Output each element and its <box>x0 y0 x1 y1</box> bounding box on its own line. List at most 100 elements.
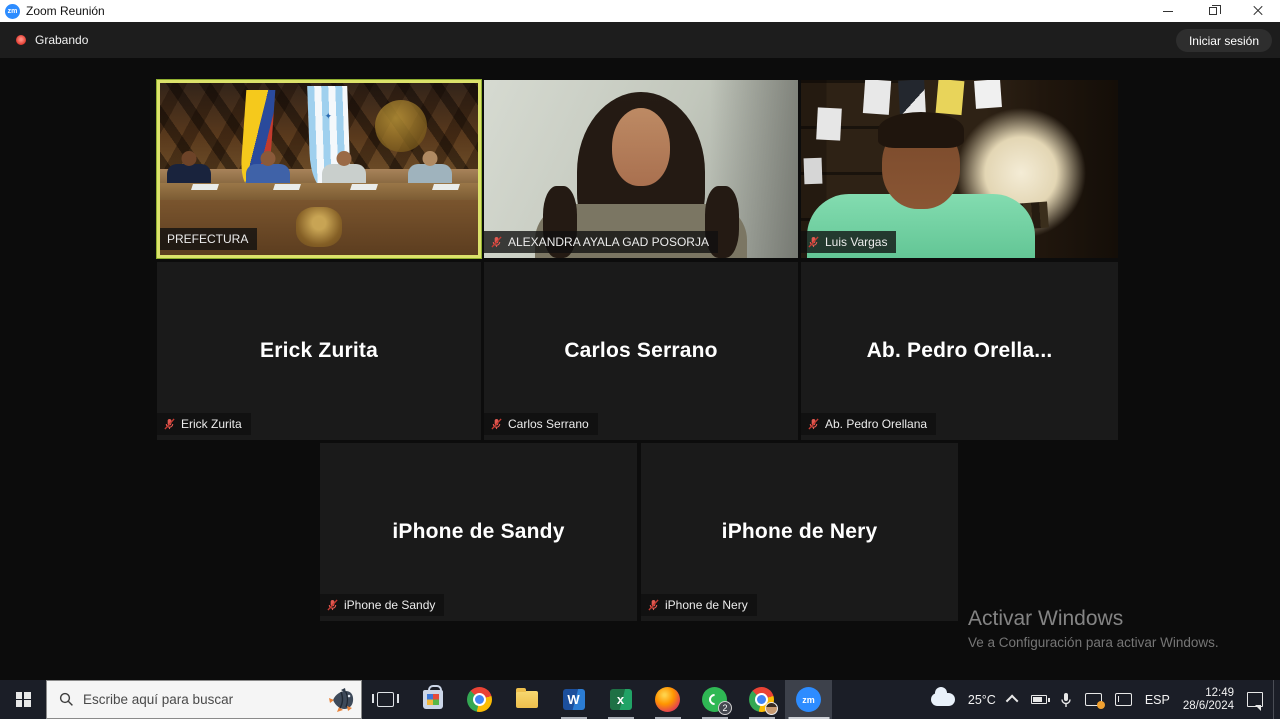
taskbar-spacer <box>832 680 928 719</box>
clock-button[interactable]: 12:49 28/6/2024 <box>1180 680 1237 719</box>
hanging-pennant <box>974 80 1002 109</box>
shelf-paper <box>816 108 842 141</box>
microphone-tray-button[interactable] <box>1057 680 1075 719</box>
participant-tile-iphone-nery[interactable]: iPhone de Nery iPhone de Nery <box>641 443 958 621</box>
screen-share-icon <box>1085 693 1102 706</box>
close-icon <box>1253 6 1263 16</box>
weather-button[interactable] <box>928 680 958 719</box>
window-controls <box>1145 0 1280 22</box>
whatsapp-button[interactable]: 2 <box>691 680 738 719</box>
minimize-icon <box>1163 11 1173 12</box>
participant-name-tag: iPhone de Sandy <box>320 594 444 616</box>
action-center-icon <box>1247 692 1263 707</box>
microsoft-store-button[interactable] <box>409 680 456 719</box>
watermark-title: Activar Windows <box>968 607 1219 631</box>
participant-name: Luis Vargas <box>825 235 887 249</box>
window-title-bar: zm Zoom Reunión <box>0 0 1280 22</box>
task-view-icon <box>377 692 394 707</box>
close-button[interactable] <box>1235 0 1280 22</box>
connect-display-button[interactable] <box>1112 680 1135 719</box>
mic-muted-icon <box>808 418 819 430</box>
zoom-app-icon: zm <box>5 4 20 19</box>
windows-activation-watermark: Activar Windows Ve a Configuración para … <box>968 607 1219 650</box>
zoom-app-icon-text: zm <box>8 8 18 15</box>
battery-icon <box>1031 695 1047 704</box>
excel-icon: x <box>610 689 632 710</box>
chrome-profile-button[interactable] <box>738 680 785 719</box>
participant-name: Ab. Pedro Orellana <box>825 417 927 431</box>
windows-logo-icon <box>16 692 31 707</box>
mic-muted-icon <box>327 599 338 611</box>
mic-muted-icon <box>491 236 502 248</box>
participant-tile-carlos[interactable]: Carlos Serrano Carlos Serrano <box>484 262 798 440</box>
participant-name-tag: Carlos Serrano <box>484 413 598 435</box>
participant-name: PREFECTURA <box>167 232 248 246</box>
participant-name: Erick Zurita <box>181 417 242 431</box>
connect-display-icon <box>1115 693 1132 706</box>
chevron-up-icon <box>1006 695 1019 708</box>
screen-share-tray-button[interactable] <box>1082 680 1105 719</box>
chrome-icon <box>467 687 492 712</box>
restore-button[interactable] <box>1190 0 1235 22</box>
table-paper <box>432 184 460 190</box>
participant-name-tag: PREFECTURA <box>160 228 257 250</box>
participant-name-tag: Erick Zurita <box>157 413 251 435</box>
participant-name: ALEXANDRA AYALA GAD POSORJA <box>508 235 709 249</box>
task-view-button[interactable] <box>362 680 409 719</box>
participant-tile-luis[interactable]: Luis Vargas <box>801 80 1118 258</box>
taskbar-search-box[interactable] <box>46 680 362 719</box>
participant-tile-prefectura[interactable]: ✦ PREFECTURA <box>157 80 481 258</box>
chrome-button[interactable] <box>456 680 503 719</box>
action-center-button[interactable] <box>1244 680 1266 719</box>
participant-name-tag: Luis Vargas <box>801 231 896 253</box>
microsoft-store-icon <box>423 690 443 709</box>
participant-name: iPhone de Sandy <box>344 598 435 612</box>
participant-tile-alexandra[interactable]: ALEXANDRA AYALA GAD POSORJA <box>484 80 798 258</box>
mic-muted-icon <box>808 236 819 248</box>
mic-muted-icon <box>648 599 659 611</box>
table-paper <box>350 184 378 190</box>
zoom-taskbar-button[interactable]: zm <box>785 680 832 719</box>
weather-temperature[interactable]: 25°C <box>965 680 999 719</box>
video-grid: ✦ PREFECTURA <box>0 58 1280 680</box>
file-explorer-button[interactable] <box>503 680 550 719</box>
participant-tile-pedro[interactable]: Ab. Pedro Orella... Ab. Pedro Orellana <box>801 262 1118 440</box>
weather-cloud-icon <box>931 693 955 706</box>
recording-icon <box>16 35 26 45</box>
minimize-button[interactable] <box>1145 0 1190 22</box>
search-input[interactable] <box>83 692 293 707</box>
file-explorer-icon <box>516 691 538 708</box>
meeting-header: Grabando Iniciar sesión <box>0 22 1280 58</box>
system-tray: 25°C ESP 12:49 28/6/2024 <box>928 680 1280 719</box>
person-face <box>612 108 670 186</box>
participant-tile-erick[interactable]: Erick Zurita Erick Zurita <box>157 262 481 440</box>
word-button[interactable]: W <box>550 680 597 719</box>
firefox-button[interactable] <box>644 680 691 719</box>
participant-name: Carlos Serrano <box>508 417 589 431</box>
mic-muted-icon <box>491 418 502 430</box>
start-button[interactable] <box>0 680 46 719</box>
hanging-pennant <box>898 80 926 115</box>
hanging-pennant <box>863 80 891 115</box>
wall-gold-relief <box>375 100 427 152</box>
battery-button[interactable] <box>1028 680 1050 719</box>
sign-in-button[interactable]: Iniciar sesión <box>1176 29 1272 52</box>
restore-icon <box>1209 7 1217 15</box>
table-paper <box>191 184 219 190</box>
zoom-taskbar-icon: zm <box>796 687 821 712</box>
chrome-profile-avatar <box>765 702 778 715</box>
participant-name: iPhone de Nery <box>665 598 748 612</box>
show-desktop-button[interactable] <box>1273 680 1278 719</box>
hidden-icons-button[interactable] <box>1006 680 1021 719</box>
whatsapp-badge: 2 <box>718 701 732 715</box>
excel-button[interactable]: x <box>597 680 644 719</box>
windows-taskbar: W x 2 zm 25°C ESP <box>0 680 1280 719</box>
search-icon <box>59 692 74 707</box>
shelf-paper <box>804 158 823 185</box>
table-emblem <box>296 207 342 247</box>
whatsapp-icon: 2 <box>702 687 727 712</box>
participant-tile-iphone-sandy[interactable]: iPhone de Sandy iPhone de Sandy <box>320 443 637 621</box>
word-icon: W <box>563 689 585 710</box>
language-indicator[interactable]: ESP <box>1142 680 1173 719</box>
participant-name-tag: Ab. Pedro Orellana <box>801 413 936 435</box>
